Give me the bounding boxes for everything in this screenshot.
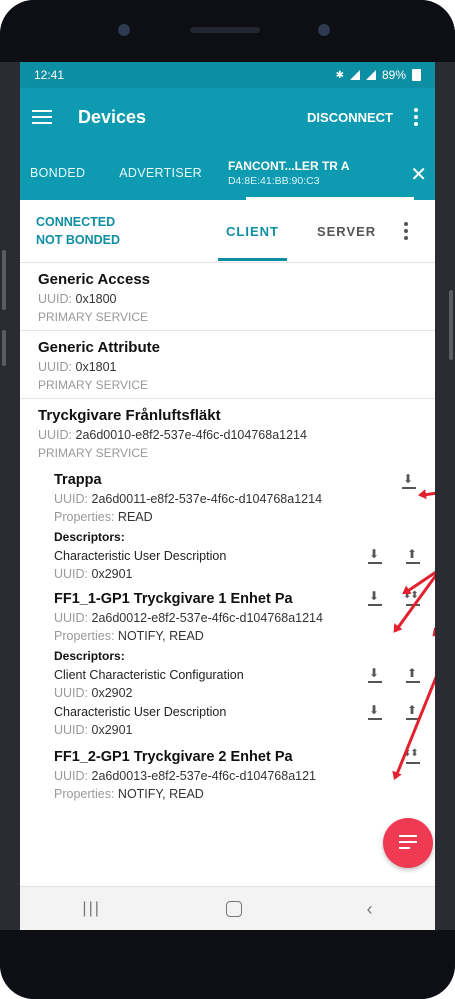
service-name: Tryckgivare Frånluftsfläkt — [38, 407, 221, 424]
characteristic-uuid: 2a6d0011-e8f2-537e-4f6c-d104768a1214 — [91, 492, 323, 506]
close-tab-icon[interactable]: ✕ — [410, 162, 427, 187]
descriptors-heading: Descriptors: — [54, 649, 125, 663]
descriptor-name: Characteristic User Description — [54, 705, 227, 719]
overflow-menu-icon[interactable] — [409, 108, 423, 126]
characteristic-uuid: 2a6d0013-e8f2-537e-4f6c-d104768a121 — [91, 769, 317, 783]
system-nav-bar: ||| ‹ — [20, 886, 435, 931]
connection-state: CONNECTED — [36, 215, 116, 229]
descriptor-uuid: 0x2901 — [91, 723, 133, 737]
phone-top-bezel — [0, 0, 455, 62]
tab-bonded[interactable]: BONDED — [20, 166, 95, 180]
service-type: PRIMARY SERVICE — [38, 446, 149, 460]
read-button-icon[interactable] — [398, 472, 420, 490]
phone-bottom-bezel — [0, 930, 455, 999]
sensor — [318, 24, 330, 36]
read-descriptor-icon[interactable] — [364, 547, 386, 565]
descriptor-uuid: 0x2901 — [91, 567, 133, 581]
characteristic-item[interactable]: FF1_2-GP1 Tryckgivare 2 Enhet Pa UUID: 2… — [20, 737, 435, 801]
phone-frame: 12:41 ✱ 89% Devices DISCONNECT BONDED AD… — [0, 0, 455, 999]
battery-percent: 89% — [381, 68, 406, 82]
app-bar: Devices DISCONNECT — [20, 88, 435, 146]
read-descriptor-icon[interactable] — [364, 703, 386, 721]
service-item[interactable]: Generic Attribute UUID: 0x1801 PRIMARY S… — [20, 331, 435, 399]
characteristic-properties: NOTIFY, READ — [117, 787, 204, 801]
write-descriptor-icon[interactable] — [402, 547, 424, 565]
tab-indicator — [246, 197, 414, 200]
bond-state: NOT BONDED — [36, 233, 121, 247]
fab-button[interactable] — [383, 818, 433, 868]
tab-advertiser[interactable]: ADVERTISER — [109, 166, 212, 180]
descriptor-item[interactable]: Client Characteristic Configuration — [54, 666, 420, 684]
characteristic-item[interactable]: FF1_1-GP1 Tryckgivare 1 Enhet Pa UUID: 2… — [20, 581, 435, 737]
characteristic-item[interactable]: Trappa UUID: 2a6d0011-e8f2-537e-4f6c-d10… — [20, 466, 435, 581]
back-icon[interactable]: ‹ — [367, 899, 373, 920]
recents-icon[interactable]: ||| — [82, 900, 100, 918]
characteristic-name: Trappa — [54, 472, 102, 488]
battery-icon — [412, 69, 421, 81]
service-uuid: 0x1801 — [75, 360, 117, 374]
front-camera — [118, 24, 130, 36]
descriptors-heading: Descriptors: — [54, 530, 125, 544]
bixby-button — [2, 330, 6, 366]
characteristic-name: FF1_2-GP1 Tryckgivare 2 Enhet Pa — [54, 749, 293, 765]
status-time: 12:41 — [34, 68, 65, 82]
connection-menu-icon[interactable] — [404, 222, 409, 240]
service-name: Generic Access — [38, 271, 151, 288]
status-bar: 12:41 ✱ 89% — [20, 62, 435, 88]
tab-client[interactable]: CLIENT — [218, 224, 287, 261]
descriptor-item[interactable]: Characteristic User Description — [54, 547, 420, 565]
descriptor-name: Characteristic User Description — [54, 549, 227, 563]
service-uuid: 0x1800 — [75, 292, 117, 306]
device-name: FANCONT...LER TR A — [227, 159, 350, 173]
characteristic-properties: NOTIFY, READ — [117, 629, 204, 643]
wifi-icon — [349, 70, 360, 80]
descriptor-item[interactable]: Characteristic User Description — [54, 703, 420, 721]
home-icon[interactable] — [225, 901, 242, 917]
signal-icon — [365, 70, 376, 80]
earpiece — [190, 27, 260, 33]
device-tabs: BONDED ADVERTISER FANCONT...LER TR A D4:… — [20, 146, 435, 200]
connection-bar: CONNECTED NOT BONDED CLIENT SERVER — [20, 200, 435, 263]
service-uuid: 2a6d0010-e8f2-537e-4f6c-d104768a1214 — [75, 428, 307, 442]
disconnect-button[interactable]: DISCONNECT — [307, 110, 393, 125]
tab-server[interactable]: SERVER — [317, 224, 376, 239]
service-type: PRIMARY SERVICE — [38, 378, 149, 392]
volume-button — [2, 250, 6, 310]
hamburger-menu-icon[interactable] — [32, 110, 52, 124]
service-item[interactable]: Generic Access UUID: 0x1800 PRIMARY SERV… — [20, 263, 435, 331]
screen: 12:41 ✱ 89% Devices DISCONNECT BONDED AD… — [20, 62, 435, 930]
power-button — [449, 290, 453, 360]
characteristic-properties: READ — [117, 510, 153, 524]
device-address: D4:8E:41:BB:90:C3 — [227, 175, 320, 187]
service-type: PRIMARY SERVICE — [38, 310, 149, 324]
characteristic-uuid: 2a6d0012-e8f2-537e-4f6c-d104768a1214 — [91, 611, 323, 625]
write-descriptor-icon[interactable] — [402, 666, 424, 684]
descriptor-name: Client Characteristic Configuration — [54, 668, 244, 682]
service-name: Generic Attribute — [38, 339, 160, 356]
characteristic-name: FF1_1-GP1 Tryckgivare 1 Enhet Pa — [54, 591, 293, 607]
read-descriptor-icon[interactable] — [364, 666, 386, 684]
read-button-icon[interactable] — [364, 589, 386, 607]
bluetooth-icon: ✱ — [335, 69, 344, 81]
app-title: Devices — [78, 106, 147, 127]
descriptor-uuid: 0x2902 — [91, 686, 133, 700]
service-list: Generic Access UUID: 0x1800 PRIMARY SERV… — [20, 263, 435, 801]
tab-connected-device[interactable]: FANCONT...LER TR A D4:8E:41:BB:90:C3 — [220, 159, 358, 187]
service-item-expanded[interactable]: Tryckgivare Frånluftsfläkt UUID: 2a6d001… — [20, 399, 435, 466]
